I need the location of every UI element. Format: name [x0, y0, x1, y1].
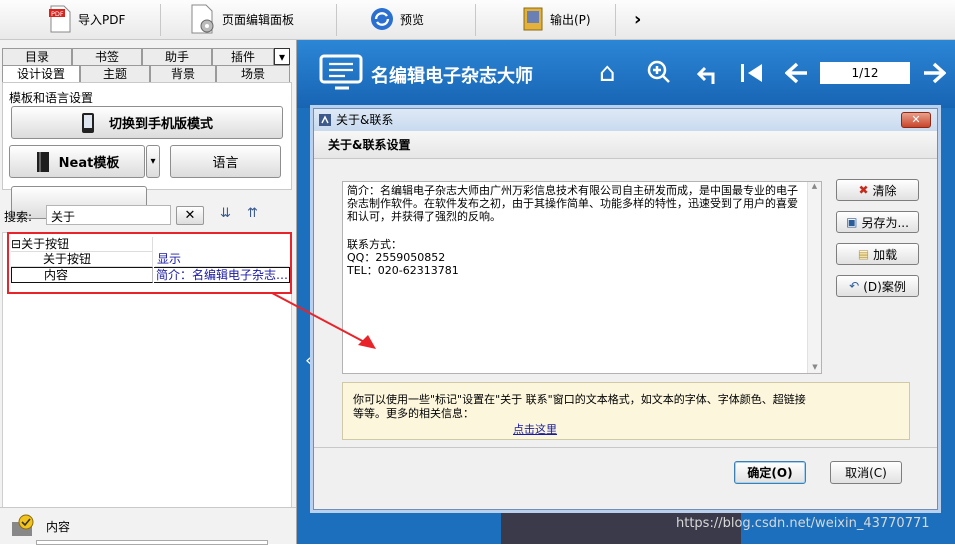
- footer-divider: [314, 447, 937, 448]
- language-button[interactable]: 语言: [170, 145, 281, 178]
- home-icon[interactable]: ⌂: [599, 58, 616, 88]
- tab-theme[interactable]: 主题: [80, 65, 150, 82]
- contact-qq: QQ：2559050852: [347, 251, 446, 264]
- tab-row-bottom: 设计设置 主题 背景 场景: [2, 65, 290, 82]
- tab-dropdown-icon[interactable]: ▾: [274, 48, 290, 65]
- output-label: 输出(P): [550, 12, 591, 27]
- ok-button[interactable]: 确定(O): [734, 461, 806, 484]
- clear-icon: ✖: [858, 183, 869, 197]
- phone-icon: [81, 112, 94, 133]
- next-page-icon[interactable]: [922, 62, 946, 84]
- toolbar-more-chevron-icon[interactable]: ›: [634, 0, 641, 38]
- folder-icon: ▤: [857, 247, 870, 261]
- scroll-up-icon[interactable]: ▲: [808, 182, 821, 190]
- tab-scene[interactable]: 场景: [216, 65, 290, 82]
- tab-bookmark[interactable]: 书签: [72, 48, 142, 65]
- load-button[interactable]: ▤ 加载: [836, 243, 919, 265]
- sort-up-icon[interactable]: ⇈: [247, 206, 258, 221]
- close-icon[interactable]: ✕: [901, 112, 931, 128]
- annotation-arrow: [271, 292, 376, 349]
- save-as-label: 另存为...: [861, 215, 909, 230]
- watermark-text: https://blog.csdn.net/weixin_43770771: [676, 516, 930, 531]
- neat-template-dropdown-icon[interactable]: ▾: [146, 145, 160, 178]
- text-scrollbar[interactable]: ▲ ▼: [807, 182, 821, 373]
- output-button[interactable]: 输出(P): [522, 0, 591, 38]
- load-label: 加载: [873, 247, 898, 262]
- description-label: 内容: [46, 520, 71, 534]
- page-number-input[interactable]: 1/12: [820, 62, 910, 84]
- scroll-down-icon[interactable]: ▼: [808, 363, 822, 371]
- description-panel: 内容: [0, 507, 296, 545]
- switch-mobile-label: 切换到手机版模式: [108, 117, 213, 132]
- contact-label: 联系方式：: [347, 238, 402, 251]
- refresh-globe-icon: [371, 8, 393, 30]
- switch-mobile-button[interactable]: 切换到手机版模式: [11, 106, 283, 139]
- cancel-button[interactable]: 取消(C): [830, 461, 902, 484]
- description-field[interactable]: [36, 540, 268, 545]
- about-contact-dialog: 关于&联系 ✕ 关于&联系设置 简介：名编辑电子杂志大师由广州万彩信息技术有限公…: [271, 108, 938, 510]
- annotation-highlight-box: [7, 232, 292, 294]
- info-check-icon: [12, 514, 34, 536]
- import-pdf-label: 导入PDF: [78, 12, 126, 27]
- tab-catalog[interactable]: 目录: [2, 48, 72, 65]
- clear-search-icon[interactable]: ✕: [176, 206, 204, 225]
- previous-page-icon[interactable]: [785, 62, 809, 84]
- tab-background[interactable]: 背景: [150, 65, 216, 82]
- monitor-logo-icon: [319, 54, 363, 90]
- app-icon: [319, 114, 331, 126]
- left-panel: 目录 书签 助手 插件 ▾ 设计设置 主题 背景 场景 模板和语言设置 切换到手…: [0, 40, 297, 545]
- language-label: 语言: [212, 156, 239, 171]
- import-pdf-button[interactable]: PDF 导入PDF: [48, 0, 125, 38]
- about-intro-text: 简介：名编辑电子杂志大师由广州万彩信息技术有限公司自主研发而成，是中国最专业的电…: [347, 184, 798, 223]
- page-editor-label: 页面编辑面板: [222, 12, 295, 27]
- page-gear-icon: [191, 4, 214, 34]
- save-as-button[interactable]: ▣ 另存为...: [836, 211, 919, 233]
- tab-design-settings[interactable]: 设计设置: [2, 65, 80, 82]
- dialog-header: 关于&联系设置: [314, 131, 937, 159]
- tab-row-top: 目录 书签 助手 插件 ▾: [2, 48, 290, 65]
- neat-template-button-face[interactable]: Neat模板: [9, 145, 145, 178]
- first-page-icon[interactable]: [740, 62, 764, 84]
- back-arrow-icon[interactable]: [695, 62, 719, 86]
- preview-button[interactable]: 预览: [370, 0, 424, 38]
- dialog-title: 关于&联系: [336, 113, 394, 127]
- sort-down-icon[interactable]: ⇊: [220, 206, 231, 221]
- example-button[interactable]: ↶ (D)案例: [836, 275, 919, 297]
- tab-assistant[interactable]: 助手: [142, 48, 212, 65]
- page-editor-button[interactable]: 页面编辑面板: [190, 0, 294, 38]
- example-label: (D)案例: [863, 279, 906, 294]
- brand-name: 名编辑电子杂志大师: [371, 66, 533, 87]
- book-output-icon: [523, 7, 543, 31]
- zoom-in-icon[interactable]: [647, 60, 671, 84]
- clear-label: 清除: [872, 183, 897, 198]
- clear-button[interactable]: ✖ 清除: [836, 179, 919, 201]
- hint-text: 你可以使用一些"标记"设置在"关于 联系"窗口的文本格式，如文本的字体、字体颜色…: [353, 393, 806, 420]
- tab-plugin[interactable]: 插件: [212, 48, 274, 65]
- pdf-icon: PDF: [49, 5, 71, 33]
- neat-template-label: Neat模板: [58, 156, 120, 171]
- undo-icon: ↶: [849, 279, 860, 293]
- dialog-title-bar: 关于&联系 ✕: [314, 109, 937, 131]
- svg-text:PDF: PDF: [51, 10, 64, 18]
- more-info-link[interactable]: 点击这里: [513, 421, 557, 437]
- hint-box: 你可以使用一些"标记"设置在"关于 联系"窗口的文本格式，如文本的字体、字体颜色…: [342, 382, 910, 440]
- preview-label: 预览: [400, 12, 425, 27]
- about-text-area[interactable]: 简介：名编辑电子杂志大师由广州万彩信息技术有限公司自主研发而成，是中国最专业的电…: [342, 181, 822, 374]
- section-label: 模板和语言设置: [9, 91, 94, 105]
- main-toolbar: PDF 导入PDF 页面编辑面板 预览 输出(P) ›: [0, 0, 955, 40]
- search-input[interactable]: 关于: [46, 205, 171, 225]
- viewer-top-bar: 名编辑电子杂志大师 ⌂ 1/12: [297, 40, 955, 108]
- contact-tel: TEL：020-62313781: [347, 264, 459, 277]
- save-icon: ▣: [846, 215, 858, 229]
- search-label: 搜索:: [4, 210, 33, 224]
- book-icon: [36, 151, 49, 172]
